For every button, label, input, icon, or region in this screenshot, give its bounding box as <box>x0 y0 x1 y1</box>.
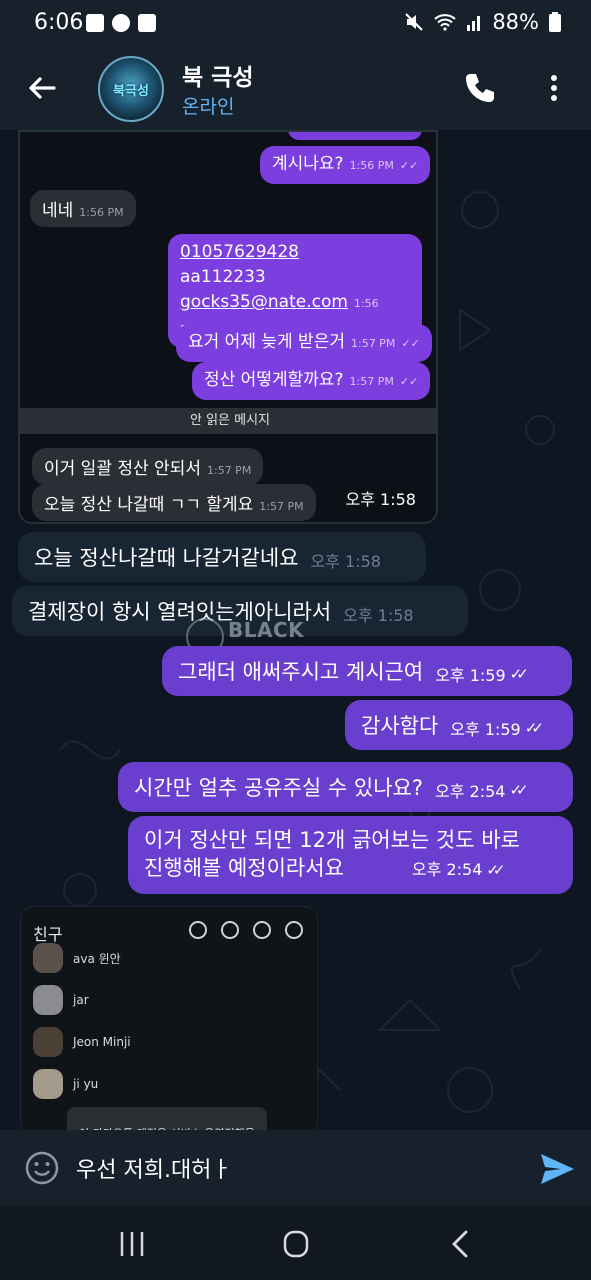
friend-row: jar <box>33 983 89 1017</box>
more-menu-icon[interactable] <box>540 70 568 106</box>
avatar <box>33 943 63 973</box>
battery-percent: 88% <box>492 10 539 34</box>
friend-name: ava 윈안 <box>73 951 121 966</box>
battery-icon <box>549 12 561 32</box>
message-out[interactable]: 이거 정산만 되면 12개 긁어보는 것도 바로 진행해볼 예정이라서요 오후 2… <box>128 816 573 894</box>
message-text: 시간만 얼추 공유주실 수 있나요? <box>134 776 424 800</box>
status-bar: 6:06 88% <box>0 0 591 48</box>
ss-unread-divider: 안 읽은 메시지 <box>20 408 436 434</box>
ss-message-time: 1:57 PM <box>350 337 396 350</box>
system-nav-bar <box>0 1206 591 1280</box>
read-checks-icon: ✓✓ <box>509 781 528 799</box>
avatar <box>33 1069 63 1099</box>
friend-row: ava 윈안 <box>33 941 121 975</box>
message-time: 오후 1:59 <box>435 666 506 685</box>
home-icon[interactable] <box>276 1228 316 1260</box>
image-timestamp: 오후 1:58 <box>345 490 416 509</box>
screenshot-image[interactable]: 계시나요? 1:56 PM ✓✓ 네네 1:56 PM 01057629428 aa1… <box>18 130 438 524</box>
ss-phone-link[interactable]: 01057629428 <box>180 240 410 265</box>
friend-row: ji yu <box>33 1067 98 1101</box>
image-icon <box>86 14 104 32</box>
message-time: 오후 2:54 <box>411 860 483 879</box>
avatar <box>33 1027 63 1057</box>
avatar <box>33 985 63 1015</box>
ss-message-time: 1:56 PM <box>349 159 394 172</box>
ss-message-text: 계시나요? <box>272 154 344 174</box>
ss-message-text: 이거 일괄 정산 안되서 <box>44 459 201 479</box>
search-icon <box>189 921 207 939</box>
ss-email-link[interactable]: gocks35@nate.com <box>180 292 348 312</box>
read-checks-icon: ✓✓ <box>524 719 544 737</box>
ss-message-out: 요거 어제 늦게 받은거 1:57 PM ✓✓ <box>176 324 432 362</box>
composer-bar <box>0 1130 591 1206</box>
avatar-logo-text: 북극성 <box>113 84 149 99</box>
friends-screenshot-image[interactable]: 친구 ava 윈안 jar Jeon Minji ji yu 이 카카오톡 계정… <box>20 906 318 1130</box>
add-friend-icon <box>221 921 239 939</box>
phone-icon[interactable] <box>462 70 498 106</box>
ss-message-text: 네네 <box>42 201 74 221</box>
ss-id-text: aa112233 <box>180 267 266 287</box>
online-status: 온라인 <box>182 96 235 118</box>
wifi-icon <box>434 14 456 31</box>
chat-title[interactable]: 북 극성 <box>182 58 254 92</box>
music-icon <box>253 921 271 939</box>
message-text: 감사함다 <box>361 714 439 738</box>
message-out[interactable]: 그래더 애써주시고 계시근여 오후 1:59 ✓✓ <box>162 646 572 696</box>
notification-icons <box>86 14 156 32</box>
message-input[interactable] <box>76 1148 516 1188</box>
message-in[interactable]: 오늘 정산나갈때 나갈거같네요 오후 1:58 <box>18 532 426 582</box>
ss-message-time: 1:57 PM <box>349 375 394 388</box>
mute-icon <box>405 13 424 31</box>
read-checks-icon: ✓✓ <box>509 665 529 683</box>
ss-cutoff-bubble <box>288 132 422 140</box>
chat-area[interactable]: 계시나요? 1:56 PM ✓✓ 네네 1:56 PM 01057629428 aa1… <box>0 130 591 1130</box>
read-checks-icon: ✓✓ <box>401 337 420 350</box>
message-text-line: 진행해볼 예정이라서요 <box>144 856 344 880</box>
ss-message-in: 네네 1:56 PM <box>30 190 136 227</box>
gear-icon <box>285 921 303 939</box>
friend-name: jar <box>73 993 89 1007</box>
message-out[interactable]: 감사함다 오후 1:59 ✓✓ <box>345 700 573 750</box>
ss-message-text: 오늘 정산 나갈때 ㄱㄱ 할게요 <box>44 495 254 515</box>
chat-header: 북극성 북 극성 온라인 <box>0 48 591 130</box>
friend-name: Jeon Minji <box>73 1035 131 1049</box>
check-icon <box>138 14 156 32</box>
message-text: 그래더 애써주시고 계시근여 <box>178 660 424 684</box>
read-checks-icon: ✓✓ <box>486 861 505 879</box>
friend-name: ji yu <box>73 1077 99 1091</box>
ss-message-time: 1:57 PM <box>206 464 252 477</box>
friend-row: Jeon Minji <box>33 1025 131 1059</box>
ss-message-out: 계시나요? 1:56 PM ✓✓ <box>260 146 431 184</box>
ss-message-in: 오늘 정산 나갈때 ㄱㄱ 할게요 1:57 PM <box>32 484 316 521</box>
message-text: 오늘 정산나갈때 나갈거같네요 <box>34 546 299 570</box>
read-checks-icon: ✓✓ <box>399 375 419 388</box>
status-time: 6:06 <box>34 10 84 35</box>
back-arrow-icon[interactable] <box>24 70 60 106</box>
emoji-icon[interactable] <box>24 1150 60 1186</box>
read-checks-icon: ✓✓ <box>399 159 419 172</box>
message-time: 오후 1:59 <box>450 720 521 739</box>
chat-icon <box>112 14 130 32</box>
ss-message-in: 이거 일괄 정산 안되서 1:57 PM <box>32 448 264 485</box>
signal-icon <box>467 16 481 31</box>
ss-message-text: 요거 어제 늦게 받은거 <box>188 332 345 352</box>
recent-apps-icon[interactable] <box>112 1228 152 1260</box>
ss-message-time: 1:57 PM <box>259 500 304 513</box>
message-time: 오후 1:58 <box>310 552 381 571</box>
message-text-line: 이거 정산만 되면 12개 긁어보는 것도 바로 <box>144 828 520 852</box>
friends-toolbar <box>189 921 303 939</box>
message-time: 오후 2:54 <box>435 782 506 801</box>
back-nav-icon[interactable] <box>442 1228 482 1260</box>
account-notice-popup: 이 카카오톡 계정은 서비스 운영정책을 <box>67 1107 267 1130</box>
send-icon[interactable] <box>538 1150 576 1188</box>
ss-message-out: 정산 어떻게할까요? 1:57 PM ✓✓ <box>192 362 431 400</box>
system-icons: 88% <box>404 10 561 34</box>
avatar[interactable]: 북극성 <box>98 56 164 122</box>
message-out[interactable]: 시간만 얼추 공유주실 수 있나요? 오후 2:54 ✓✓ <box>118 762 573 812</box>
ss-message-text: 정산 어떻게할까요? <box>204 370 344 390</box>
ss-message-time: 1:56 PM <box>79 206 124 219</box>
